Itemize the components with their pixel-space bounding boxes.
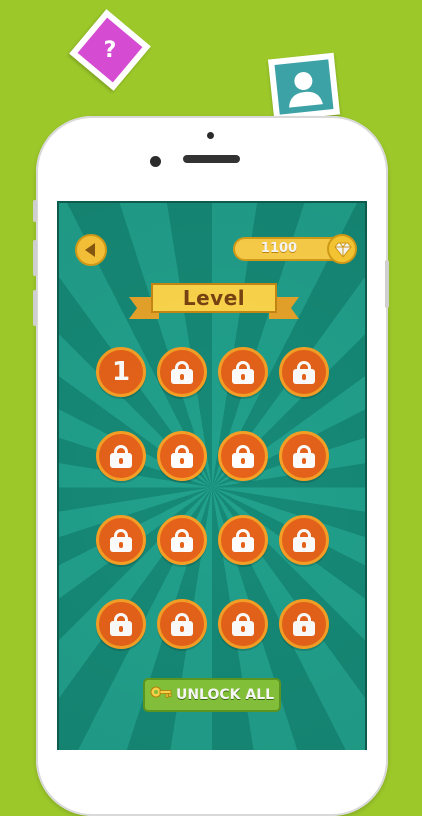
level-button-locked[interactable] xyxy=(279,431,329,481)
unlock-all-button[interactable]: UNLOCK ALL xyxy=(143,678,281,712)
lock-icon xyxy=(171,529,193,552)
lock-icon xyxy=(232,613,254,636)
help-card-face: ? xyxy=(77,17,143,83)
phone-camera xyxy=(150,156,161,167)
page-title: Level xyxy=(182,286,246,310)
lock-icon xyxy=(110,613,132,636)
game-screen: 1100 Level 1 UNLOCK ALL xyxy=(57,201,367,750)
user-icon xyxy=(274,59,334,115)
level-button-locked[interactable] xyxy=(96,515,146,565)
key-icon xyxy=(150,684,172,706)
back-arrow-icon xyxy=(85,243,95,257)
lock-icon xyxy=(232,361,254,384)
level-button-locked[interactable] xyxy=(218,599,268,649)
level-number: 1 xyxy=(111,357,131,387)
phone-speaker xyxy=(183,155,240,163)
gem-icon[interactable] xyxy=(327,234,357,264)
phone-volume-down xyxy=(33,290,37,326)
lock-icon xyxy=(232,529,254,552)
unlock-all-label: UNLOCK ALL xyxy=(175,687,275,703)
level-banner: Level xyxy=(129,279,299,325)
level-button-locked[interactable] xyxy=(279,599,329,649)
help-card: ? xyxy=(69,9,151,91)
lock-icon xyxy=(110,529,132,552)
level-button-locked[interactable] xyxy=(279,515,329,565)
lock-icon xyxy=(171,361,193,384)
level-button-locked[interactable] xyxy=(279,347,329,397)
lock-icon xyxy=(293,529,315,552)
lock-icon xyxy=(232,445,254,468)
lock-icon xyxy=(293,361,315,384)
score-value: 1100 xyxy=(260,241,298,256)
lock-icon xyxy=(171,445,193,468)
lock-icon xyxy=(110,445,132,468)
question-icon: ? xyxy=(103,37,117,63)
level-button-locked[interactable] xyxy=(157,599,207,649)
level-button-1[interactable]: 1 xyxy=(96,347,146,397)
level-button-locked[interactable] xyxy=(157,515,207,565)
phone-side-button xyxy=(33,200,37,222)
level-button-locked[interactable] xyxy=(218,431,268,481)
lock-icon xyxy=(171,613,193,636)
user-card xyxy=(267,52,341,122)
phone-power-button xyxy=(385,260,389,308)
level-button-locked[interactable] xyxy=(157,431,207,481)
level-button-locked[interactable] xyxy=(218,515,268,565)
level-button-locked[interactable] xyxy=(157,347,207,397)
lock-icon xyxy=(293,613,315,636)
level-button-locked[interactable] xyxy=(96,431,146,481)
level-button-locked[interactable] xyxy=(218,347,268,397)
level-button-locked[interactable] xyxy=(96,599,146,649)
phone-volume-up xyxy=(33,240,37,276)
phone-sensor xyxy=(207,132,214,139)
ribbon-center: Level xyxy=(151,283,277,313)
lock-icon xyxy=(293,445,315,468)
back-button[interactable] xyxy=(75,234,107,266)
